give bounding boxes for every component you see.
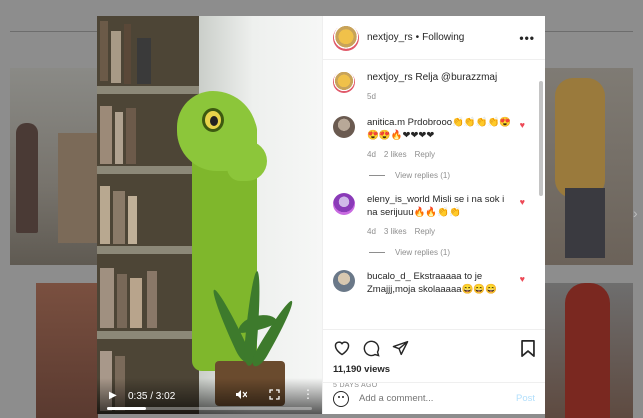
video-progress-bar[interactable] (107, 407, 312, 410)
commenter-username[interactable]: anitica.m (367, 117, 405, 128)
header-separator: • (415, 32, 420, 43)
author-avatar[interactable] (333, 24, 359, 51)
replies-line (369, 252, 385, 253)
caption-text: Relja @burazzmaj (415, 72, 498, 83)
view-replies-label: View replies (1) (395, 248, 450, 257)
view-replies-label: View replies (1) (395, 171, 450, 180)
comment-item: anitica.m Prdobrooo👏👏👏👏😍😍😍🔥❤❤❤❤ 4d 2 lik… (333, 116, 535, 161)
comment-age: 4d (367, 150, 376, 159)
post-side-panel: nextjoy_rs • Following ••• nextjoy_rs Re… (322, 16, 545, 414)
commenter-avatar[interactable] (333, 270, 355, 292)
next-post-arrow-icon[interactable]: › (633, 205, 643, 223)
comment-like-heart-icon[interactable]: ♥ (520, 197, 525, 207)
video-frame (97, 16, 322, 414)
more-options-vertical-icon[interactable]: ⋮ (302, 387, 314, 401)
play-icon[interactable]: ▶ (109, 390, 117, 401)
comment-like-heart-icon[interactable]: ♥ (520, 120, 525, 130)
video-controls: ▶ 0:35 / 3:02 ⋮ (97, 378, 322, 414)
commenter-avatar[interactable] (333, 116, 355, 138)
like-heart-icon[interactable] (333, 340, 351, 356)
commenter-avatar[interactable] (333, 193, 355, 215)
view-replies-toggle[interactable]: View replies (1) (369, 248, 535, 257)
add-comment-bar: Post (323, 382, 545, 414)
comment-reply-button[interactable]: Reply (415, 148, 435, 161)
caption: nextjoy_rs Relja @burazzmaj 5d (333, 71, 535, 103)
background-post-thumbnail[interactable] (10, 68, 98, 265)
emoji-picker-icon[interactable] (333, 390, 349, 407)
comment-reply-button[interactable]: Reply (415, 225, 435, 238)
video-player[interactable]: ▶ 0:35 / 3:02 ⋮ (97, 16, 322, 414)
comment-item: bucalo_d_ Ekstraaaaa to je Zmajjj,moja s… (333, 270, 535, 296)
video-progress-fill (107, 407, 146, 410)
comment-likes[interactable]: 2 likes (384, 148, 407, 161)
caption-avatar[interactable] (333, 71, 355, 93)
share-paper-plane-icon[interactable] (392, 340, 409, 356)
comment-bubble-icon[interactable] (363, 340, 380, 357)
caption-age: 5d (367, 92, 376, 101)
post-header: nextjoy_rs • Following ••• (323, 16, 545, 60)
comment-item: eleny_is_world Misli se i na sok i na se… (333, 193, 535, 238)
add-comment-input[interactable] (359, 393, 499, 404)
background-post-thumbnail[interactable] (36, 283, 98, 418)
comment-age: 4d (367, 227, 376, 236)
background-post-thumbnail[interactable] (545, 283, 633, 418)
comments-list: nextjoy_rs Relja @burazzmaj 5d anitica.m… (323, 71, 545, 329)
replies-line (369, 175, 385, 176)
save-bookmark-icon[interactable] (521, 339, 535, 357)
fullscreen-icon[interactable] (269, 389, 280, 403)
mute-icon[interactable] (235, 389, 248, 403)
follow-status-button[interactable]: Following (422, 32, 464, 43)
view-count[interactable]: 11,190 views (333, 364, 535, 375)
post-modal: ▶ 0:35 / 3:02 ⋮ nextjoy_rs • Following •… (97, 16, 545, 414)
video-time: 0:35 / 3:02 (128, 391, 176, 402)
comment-like-heart-icon[interactable]: ♥ (520, 274, 525, 284)
commenter-username[interactable]: eleny_is_world (367, 194, 430, 205)
post-actions: 11,190 views 5 DAYS AGO (323, 329, 545, 389)
caption-username[interactable]: nextjoy_rs (367, 72, 413, 83)
comments-scrollbar[interactable] (539, 81, 543, 196)
post-comment-button[interactable]: Post (516, 393, 535, 404)
view-replies-toggle[interactable]: View replies (1) (369, 171, 535, 180)
author-username[interactable]: nextjoy_rs (367, 32, 413, 43)
post-options-icon[interactable]: ••• (519, 31, 535, 45)
background-post-thumbnail[interactable] (545, 68, 633, 265)
commenter-username[interactable]: bucalo_d_ (367, 271, 411, 282)
comment-likes[interactable]: 3 likes (384, 225, 407, 238)
